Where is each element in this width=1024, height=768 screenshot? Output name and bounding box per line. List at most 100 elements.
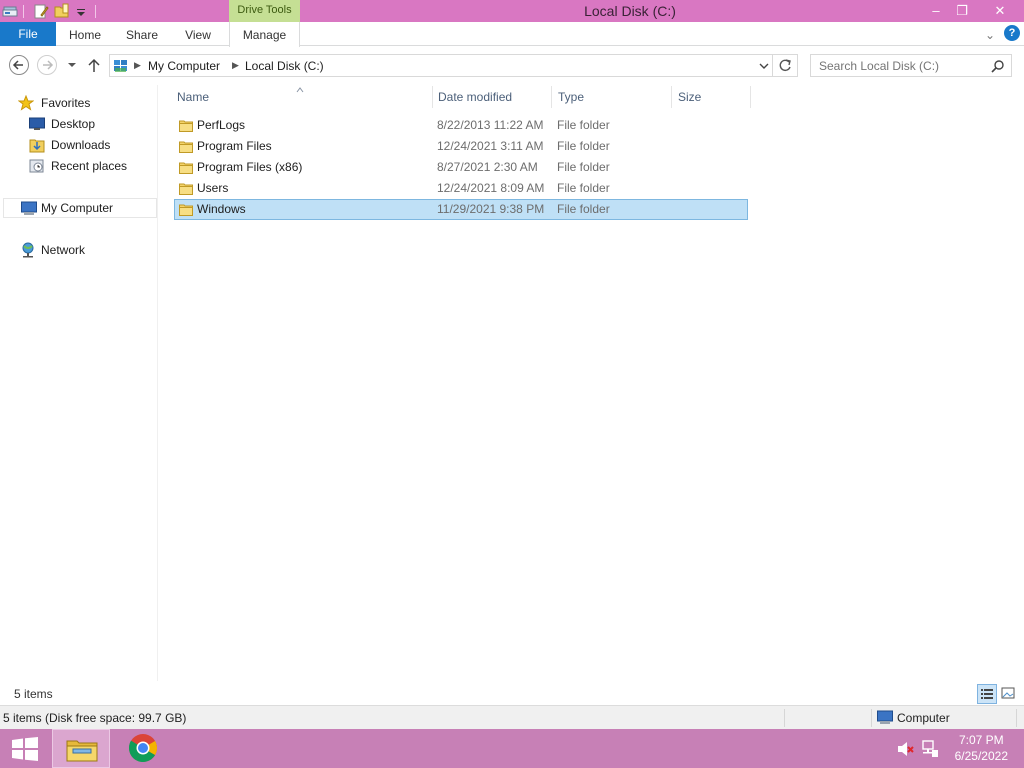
file-row[interactable]: Program Files 12/24/2021 3:11 AM File fo… bbox=[174, 136, 748, 157]
folder-icon bbox=[179, 183, 193, 195]
file-type: File folder bbox=[557, 160, 610, 174]
computer-icon bbox=[877, 710, 893, 724]
chrome-icon bbox=[128, 734, 157, 763]
breadcrumb-my-computer[interactable]: My Computer bbox=[148, 59, 220, 73]
chevron-down-icon bbox=[759, 63, 769, 69]
nav-downloads-label: Downloads bbox=[51, 138, 111, 152]
volume-muted-icon[interactable] bbox=[897, 741, 915, 760]
windows-logo-icon bbox=[12, 737, 38, 761]
breadcrumb-separator-icon[interactable]: ▶ bbox=[232, 60, 239, 71]
column-divider[interactable] bbox=[432, 86, 433, 108]
drive-tools-context-tab: Drive Tools bbox=[229, 0, 300, 22]
large-icons-view-button[interactable] bbox=[999, 684, 1019, 704]
folder-icon bbox=[179, 141, 193, 153]
nav-favorites-label: Favorites bbox=[41, 96, 91, 110]
file-type: File folder bbox=[557, 181, 610, 195]
tab-home[interactable]: Home bbox=[62, 22, 108, 46]
file-date-modified: 11/29/2021 9:38 PM bbox=[437, 202, 545, 216]
nav-my-computer[interactable]: My Computer bbox=[3, 198, 157, 218]
help-icon[interactable]: ? bbox=[1004, 25, 1020, 41]
nav-desktop-label: Desktop bbox=[51, 117, 96, 131]
file-type: File folder bbox=[557, 118, 610, 132]
file-type: File folder bbox=[557, 139, 610, 153]
status-details: 5 items (Disk free space: 99.7 GB) bbox=[3, 711, 187, 725]
refresh-icon bbox=[779, 59, 791, 72]
nav-favorites[interactable]: Favorites bbox=[18, 93, 148, 113]
details-view-button[interactable] bbox=[977, 684, 997, 704]
back-button[interactable] bbox=[9, 55, 29, 75]
downloads-icon bbox=[29, 139, 45, 153]
search-box[interactable] bbox=[810, 54, 1012, 77]
nav-network[interactable]: Network bbox=[20, 240, 150, 260]
file-row[interactable]: Users 12/24/2021 8:09 AM File folder bbox=[174, 178, 748, 199]
nav-downloads[interactable]: Downloads bbox=[29, 135, 149, 155]
search-input[interactable] bbox=[819, 58, 979, 74]
file-date-modified: 8/27/2021 2:30 AM bbox=[437, 160, 538, 174]
item-count: 5 items bbox=[14, 687, 53, 701]
file-date-modified: 8/22/2013 11:22 AM bbox=[437, 118, 544, 132]
taskbar-chrome[interactable] bbox=[116, 729, 170, 768]
column-header-date-modified[interactable]: Date modified bbox=[438, 86, 550, 108]
refresh-button[interactable] bbox=[773, 54, 798, 77]
window-title: Local Disk (C:) bbox=[584, 3, 676, 19]
item-count-bar: 5 items bbox=[0, 683, 1024, 705]
restore-button[interactable]: ❐ bbox=[947, 1, 977, 21]
address-history-button[interactable] bbox=[758, 60, 770, 75]
file-date-modified: 12/24/2021 8:09 AM bbox=[437, 181, 545, 195]
column-header-name[interactable]: Name bbox=[177, 86, 431, 108]
search-icon[interactable] bbox=[991, 59, 1005, 76]
chevron-down-icon bbox=[68, 63, 76, 67]
tab-file[interactable]: File bbox=[0, 22, 56, 46]
nav-desktop[interactable]: Desktop bbox=[29, 114, 149, 134]
file-explorer-icon bbox=[66, 740, 98, 762]
file-name: Windows bbox=[197, 202, 246, 216]
start-button[interactable] bbox=[0, 729, 50, 768]
close-button[interactable]: ✕ bbox=[985, 1, 1015, 21]
tab-share[interactable]: Share bbox=[120, 22, 164, 46]
column-header-size[interactable]: Size bbox=[678, 86, 748, 108]
tab-manage[interactable]: Manage bbox=[229, 22, 300, 47]
tab-view[interactable]: View bbox=[178, 22, 218, 46]
customize-quick-access-icon[interactable] bbox=[75, 3, 87, 19]
file-date-modified: 12/24/2021 3:11 AM bbox=[437, 139, 544, 153]
nav-network-label: Network bbox=[41, 243, 86, 257]
column-divider[interactable] bbox=[750, 86, 751, 108]
column-header-type[interactable]: Type bbox=[558, 86, 670, 108]
address-bar[interactable]: ▶ My Computer ▶ Local Disk (C:) bbox=[109, 54, 773, 77]
new-folder-icon[interactable] bbox=[54, 3, 70, 19]
resize-grip[interactable] bbox=[1016, 709, 1017, 727]
large-icons-view-icon bbox=[1001, 687, 1015, 699]
star-icon bbox=[18, 95, 34, 111]
nav-recent-places-label: Recent places bbox=[51, 159, 128, 173]
taskbar: 7:07 PM 6/25/2022 bbox=[0, 729, 1024, 768]
status-location: Computer bbox=[897, 711, 950, 725]
details-view-icon bbox=[981, 689, 993, 699]
quick-access-separator bbox=[23, 5, 24, 18]
file-row[interactable]: Program Files (x86) 8/27/2021 2:30 AM Fi… bbox=[174, 157, 748, 178]
column-divider[interactable] bbox=[551, 86, 552, 108]
properties-icon[interactable] bbox=[33, 3, 49, 19]
nav-recent-places[interactable]: Recent places bbox=[29, 156, 149, 176]
file-name: Users bbox=[197, 181, 229, 195]
recent-locations-button[interactable] bbox=[66, 59, 78, 74]
ribbon-tab-bar: File Home Share View Manage ⌄ ? bbox=[0, 22, 1024, 47]
forward-button[interactable] bbox=[37, 55, 57, 75]
expand-ribbon-icon[interactable]: ⌄ bbox=[982, 22, 998, 46]
system-menu-icon[interactable] bbox=[2, 3, 18, 19]
navigation-pane: Favorites Desktop Downloads Recent place… bbox=[0, 85, 158, 681]
file-type: File folder bbox=[557, 202, 610, 216]
taskbar-file-explorer[interactable] bbox=[52, 729, 110, 768]
breadcrumb-local-disk[interactable]: Local Disk (C:) bbox=[245, 59, 324, 73]
up-button[interactable] bbox=[87, 57, 101, 76]
file-row[interactable]: PerfLogs 8/22/2013 11:22 AM File folder bbox=[174, 115, 748, 136]
title-bar: Drive Tools Local Disk (C:) – ❐ ✕ bbox=[0, 0, 1024, 22]
breadcrumb-separator-icon[interactable]: ▶ bbox=[134, 60, 141, 71]
network-status-icon[interactable] bbox=[921, 740, 939, 761]
file-row-selected[interactable]: Windows 11/29/2021 9:38 PM File folder bbox=[174, 199, 748, 220]
recent-places-icon bbox=[29, 159, 44, 173]
folder-icon bbox=[179, 204, 193, 216]
forward-arrow-icon bbox=[43, 60, 54, 70]
system-clock[interactable]: 7:07 PM 6/25/2022 bbox=[955, 732, 1008, 764]
column-divider[interactable] bbox=[671, 86, 672, 108]
file-name: PerfLogs bbox=[197, 118, 246, 132]
